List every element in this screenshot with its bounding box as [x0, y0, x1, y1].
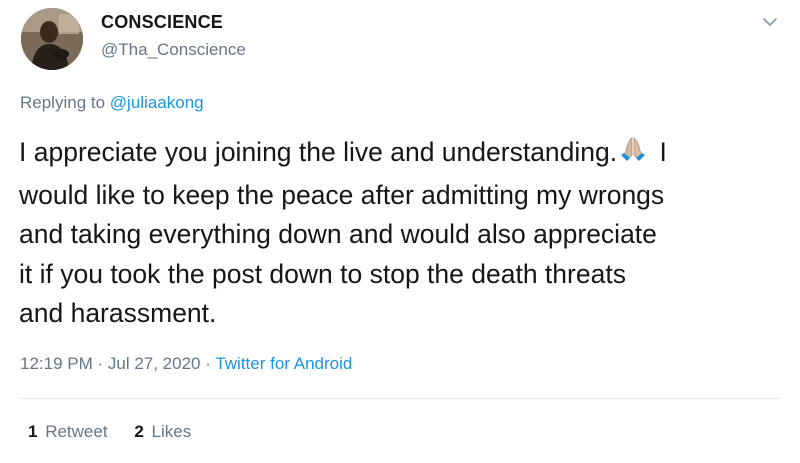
- tweet-text-line-5: and harassment.: [19, 298, 217, 328]
- meta-separator: ·: [92, 354, 108, 373]
- retweets-stat[interactable]: 1 Retweet: [28, 422, 108, 441]
- avatar-photo: [21, 8, 83, 70]
- replying-to-label: Replying to: [20, 93, 110, 112]
- user-handle[interactable]: @Tha_Conscience: [101, 40, 246, 60]
- avatar[interactable]: [21, 8, 83, 70]
- tweet-date[interactable]: Jul 27, 2020: [108, 354, 201, 373]
- divider: [19, 398, 780, 399]
- tweet-text: I appreciate you joining the live and un…: [19, 133, 789, 334]
- chevron-down-icon[interactable]: [760, 12, 780, 32]
- likes-stat[interactable]: 2 Likes: [134, 422, 191, 441]
- reply-mention-link[interactable]: @juliaakong: [110, 93, 204, 112]
- tweet-text-line-1: I appreciate you joining the live and un…: [19, 133, 789, 176]
- tweet-meta: 12:19 PM · Jul 27, 2020 · Twitter for An…: [20, 354, 352, 374]
- tweet-text-line-2: would like to keep the peace after admit…: [19, 179, 665, 210]
- tweet-source-link[interactable]: Twitter for Android: [215, 354, 352, 373]
- folded-hands-emoji-icon: [618, 134, 648, 176]
- tweet-text-segment: I appreciate you joining the live and un…: [19, 137, 618, 167]
- replying-to-line: Replying to @juliaakong: [20, 93, 204, 113]
- retweets-label: Retweet: [45, 422, 108, 441]
- retweets-count: 1: [28, 422, 38, 441]
- tweet-text-line-3: and taking everything down and would als…: [19, 219, 657, 249]
- likes-label: Likes: [151, 422, 192, 441]
- user-display-name[interactable]: CONSCIENCE: [101, 12, 223, 33]
- tweet-card: CONSCIENCE @Tha_Conscience Replying to @…: [0, 0, 800, 463]
- likes-count: 2: [134, 422, 144, 441]
- tweet-text-segment: I: [652, 137, 667, 167]
- tweet-time[interactable]: 12:19 PM: [20, 354, 93, 373]
- meta-separator: ·: [200, 354, 216, 373]
- tweet-text-line-4: it if you took the post down to stop the…: [19, 258, 626, 289]
- tweet-stats: 1 Retweet 2 Likes: [28, 422, 213, 442]
